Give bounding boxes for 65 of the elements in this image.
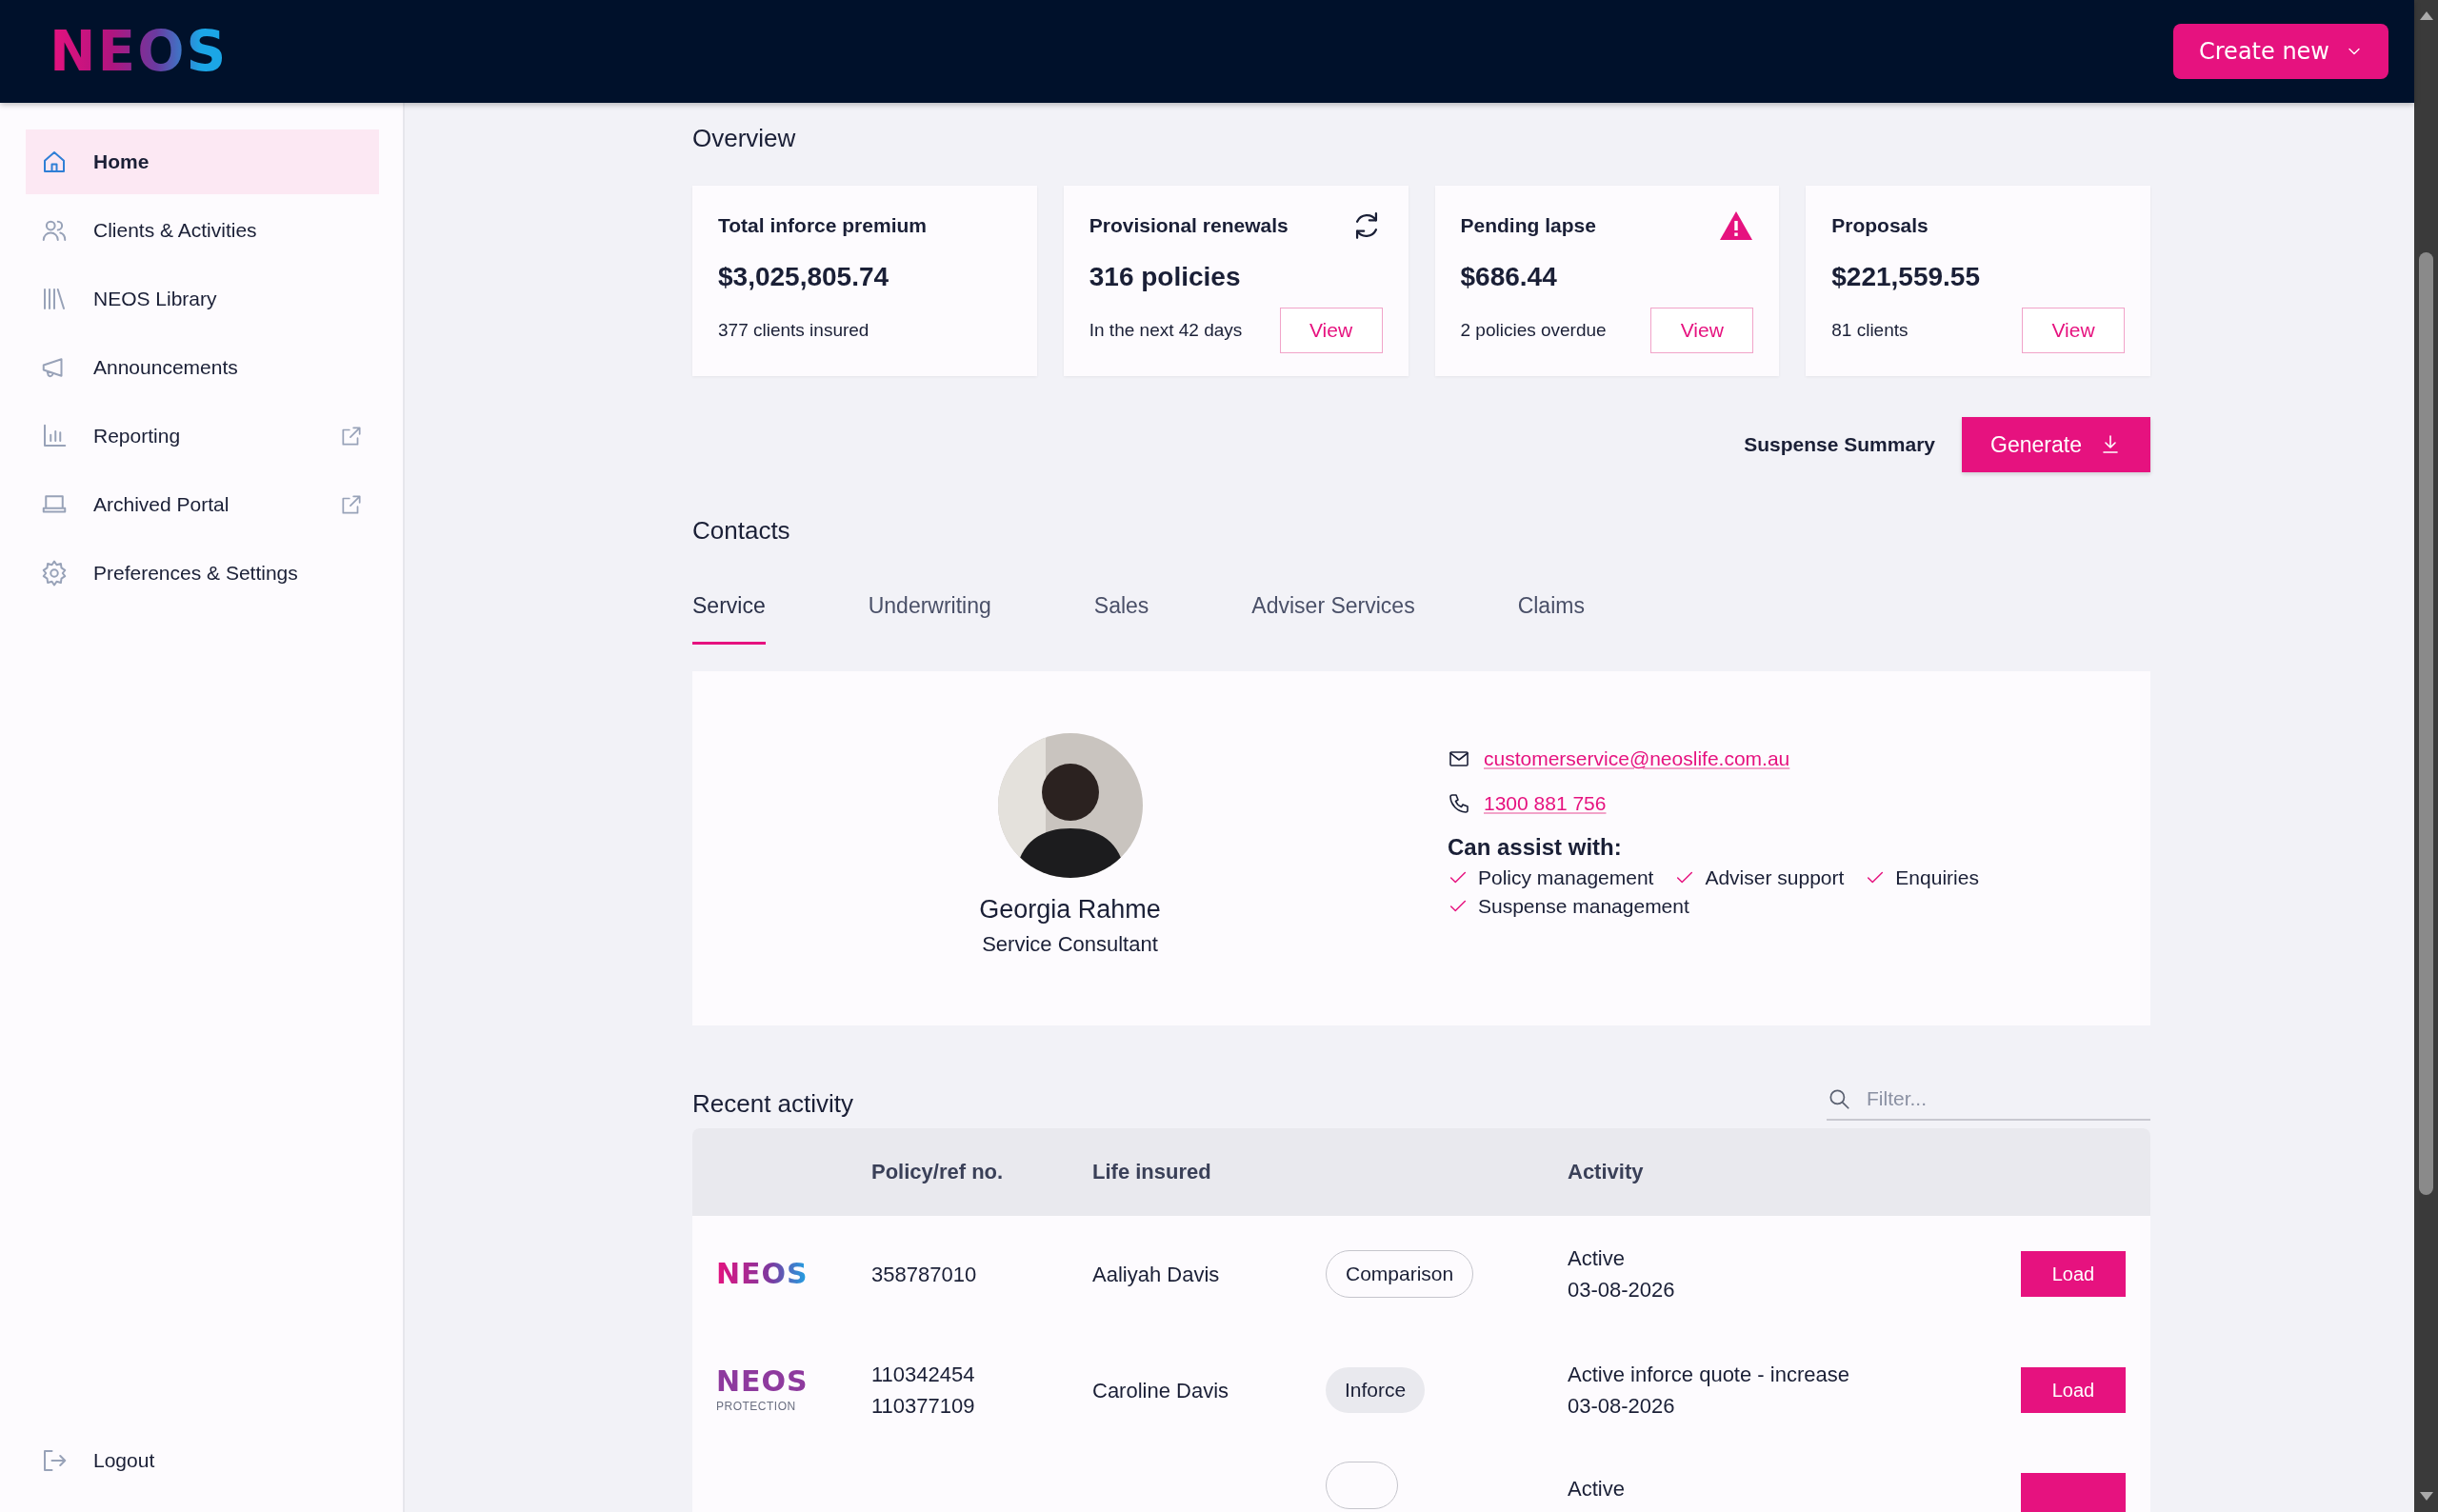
table-cell-text: 110342454 110377109 bbox=[871, 1362, 976, 1421]
card-note: 2 policies overdue bbox=[1460, 320, 1607, 342]
warning-icon bbox=[1719, 210, 1754, 242]
brand-logo: NEOS bbox=[716, 1364, 809, 1399]
phone-link[interactable]: 1300 881 756 bbox=[1484, 792, 1607, 816]
table-cell-text: 358787010 bbox=[871, 1261, 978, 1288]
assist-item: Suspense management bbox=[1478, 895, 1689, 919]
view-button[interactable]: View bbox=[1279, 308, 1383, 354]
brand-subtitle: PROTECTION bbox=[716, 1400, 797, 1414]
column-header: Policy/ref no. bbox=[871, 1160, 1005, 1185]
sidebar-item[interactable]: Clients & Activities bbox=[26, 198, 379, 263]
status-tag: Inforce bbox=[1326, 1367, 1426, 1414]
card-title: Provisional renewals bbox=[1089, 213, 1289, 239]
create-new-button[interactable]: Create new bbox=[2173, 24, 2388, 79]
column-header: Activity bbox=[1568, 1160, 1645, 1185]
generate-button[interactable]: Generate bbox=[1962, 417, 2150, 473]
phone-icon bbox=[1448, 792, 1470, 816]
view-button[interactable]: View bbox=[2022, 308, 2125, 354]
view-button[interactable]: View bbox=[1650, 308, 1754, 354]
email-link[interactable]: customerservice@neoslife.com.au bbox=[1484, 747, 1790, 771]
table-cell-text: Active inforce quote - increase 03-08-2026 bbox=[1568, 1362, 1850, 1421]
card-note: 81 clients bbox=[1831, 320, 1908, 342]
status-tag: Comparison bbox=[1326, 1250, 1474, 1299]
card-title: Total inforce premium bbox=[718, 213, 927, 239]
assist-item: Enquiries bbox=[1895, 866, 1979, 890]
logout-item[interactable]: Logout bbox=[26, 1428, 379, 1493]
section-title: Recent activity bbox=[692, 1089, 854, 1120]
contact-tab[interactable]: Underwriting bbox=[868, 593, 991, 646]
table-cell-text: Aaliyah Davis bbox=[1092, 1261, 1221, 1288]
card-title: Proposals bbox=[1831, 213, 1928, 239]
suspense-summary-label: Suspense Summary bbox=[1744, 433, 1935, 457]
card-value: 316 policies bbox=[1089, 262, 1242, 293]
card-title: Pending lapse bbox=[1460, 213, 1596, 239]
sidebar-item[interactable]: NEOS Library bbox=[26, 267, 379, 331]
sidebar-item[interactable]: Announcements bbox=[26, 335, 379, 400]
assist-item: Policy management bbox=[1478, 866, 1654, 890]
scrollbar[interactable] bbox=[2414, 0, 2438, 1512]
section-title: Contacts bbox=[692, 516, 791, 547]
search-icon bbox=[1827, 1086, 1851, 1112]
section-title: Overview bbox=[692, 124, 797, 154]
sidebar-item[interactable]: Reporting bbox=[26, 404, 379, 468]
contact-tab[interactable]: Claims bbox=[1517, 593, 1585, 646]
card-note: 377 clients insured bbox=[718, 320, 869, 342]
card-value: $221,559.55 bbox=[1831, 262, 1981, 293]
contact-name: Georgia Rahme bbox=[979, 895, 1161, 925]
table-cell-text: Active bbox=[1568, 1476, 1626, 1503]
settings-icon bbox=[40, 559, 69, 587]
filter-field[interactable]: Filter... bbox=[1865, 1086, 2135, 1112]
assist-heading: Can assist with: bbox=[1448, 834, 1623, 862]
sidebar-item[interactable]: Archived Portal bbox=[26, 472, 379, 537]
contact-role: Service Consultant bbox=[982, 932, 1158, 958]
column-header: Life insured bbox=[1092, 1160, 1212, 1185]
sidebar-item[interactable]: Preferences & Settings bbox=[26, 541, 379, 606]
load-button[interactable]: Load bbox=[2021, 1367, 2126, 1414]
load-button[interactable]: Load bbox=[2021, 1251, 2126, 1298]
table-cell-text: Active 03-08-2026 bbox=[1568, 1245, 1676, 1304]
card-note: In the next 42 days bbox=[1089, 320, 1243, 342]
contact-tab[interactable]: Service bbox=[692, 593, 766, 646]
card-value: $3,025,805.74 bbox=[718, 262, 890, 293]
table-cell-text: Caroline Davis bbox=[1092, 1377, 1230, 1404]
card-value: $686.44 bbox=[1460, 262, 1558, 293]
contact-tab[interactable]: Sales bbox=[1093, 593, 1149, 646]
assist-item: Adviser support bbox=[1705, 866, 1845, 890]
sidebar-item[interactable]: Home bbox=[26, 129, 379, 194]
contact-tab[interactable]: Adviser Services bbox=[1251, 593, 1415, 646]
